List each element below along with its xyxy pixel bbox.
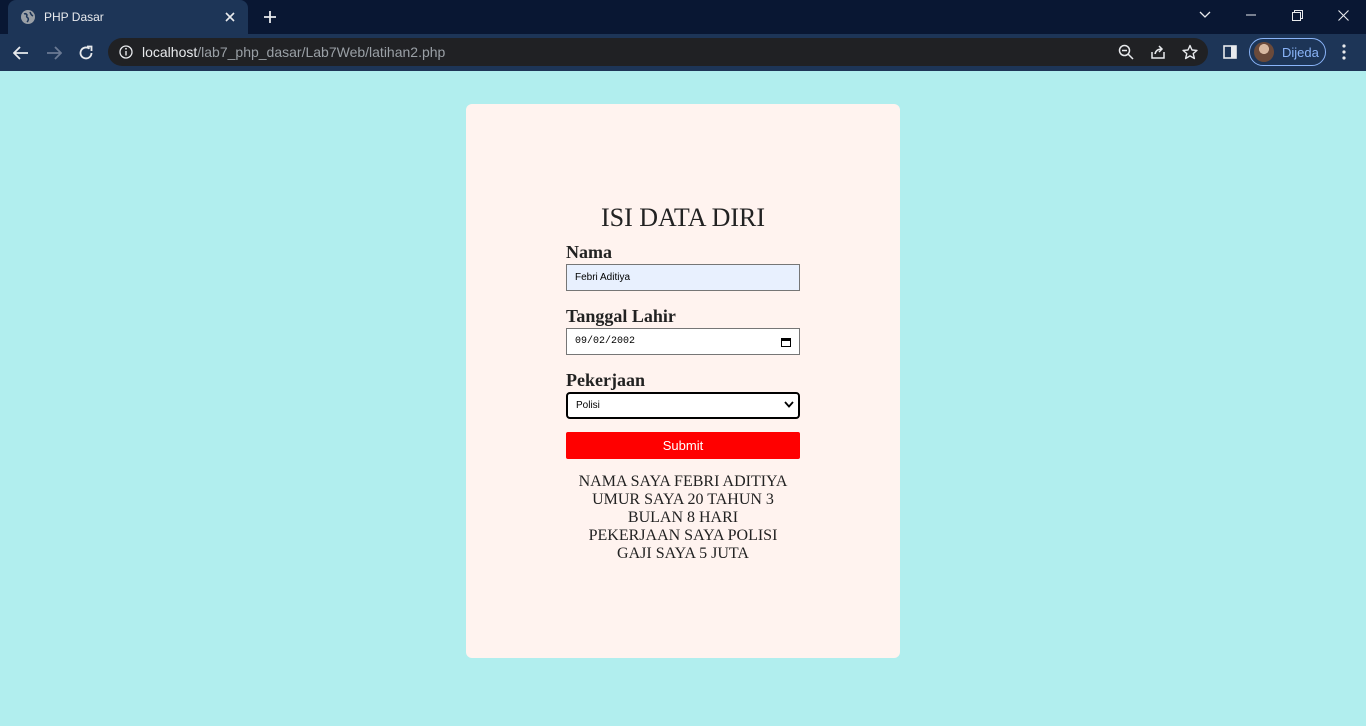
result-line-pekerjaan: PEKERJAAN SAYA POLISI [588,527,778,544]
data-diri-form: ISI DATA DIRI Nama Febri Aditiya Tanggal… [566,202,800,563]
pekerjaan-select[interactable]: Polisi [566,392,800,419]
tanggal-lahir-label: Tanggal Lahir [566,306,676,326]
tab-strip: PHP Dasar [0,0,1366,34]
tab-php-dasar[interactable]: PHP Dasar [8,0,248,34]
restore-button[interactable] [1274,0,1320,30]
share-icon[interactable] [1148,42,1168,62]
address-bar[interactable]: localhost/lab7_php_dasar/Lab7Web/latihan… [108,38,1208,66]
pekerjaan-selected-value: Polisi [576,400,600,411]
reload-button[interactable] [73,40,99,66]
forward-button[interactable] [41,40,67,66]
result-line-nama: NAMA SAYA FEBRI ADITIYA [578,473,788,490]
url-text[interactable]: localhost/lab7_php_dasar/Lab7Web/latihan… [142,44,445,60]
profile-name: Dijeda [1282,44,1319,60]
tab-search-chevron-down-icon[interactable] [1182,0,1228,30]
back-button[interactable] [8,40,34,66]
browser-window: PHP Dasar localhost/lab7_php_dasar/Lab7W… [0,0,1366,726]
result-line-umur: UMUR SAYA 20 TAHUN 3 [592,491,774,508]
result-line-gaji: GAJI SAYA 5 JUTA [617,545,749,562]
nama-input[interactable]: Febri Aditiya [566,264,800,291]
nama-label: Nama [566,242,612,262]
profile-button[interactable]: Dijeda [1249,38,1326,66]
tanggal-lahir-input[interactable]: 09/02/2002 [566,328,800,355]
result-output: NAMA SAYA FEBRI ADITIYA UMUR SAYA 20 TAH… [566,473,800,563]
browser-toolbar: localhost/lab7_php_dasar/Lab7Web/latihan… [0,34,1366,71]
submit-button[interactable]: Submit [566,432,800,459]
zoom-icon[interactable] [1116,42,1136,62]
minimize-button[interactable] [1228,0,1274,30]
address-bar-actions [1116,42,1200,62]
pekerjaan-label: Pekerjaan [566,370,645,390]
more-menu-icon[interactable] [1334,42,1354,62]
form-card: ISI DATA DIRI Nama Febri Aditiya Tanggal… [466,104,900,658]
result-line-umur-lanjutan: BULAN 8 HARI [627,509,739,526]
page-title: ISI DATA DIRI [600,203,766,232]
chevron-down-icon [784,400,794,411]
calendar-icon[interactable] [781,337,791,347]
close-icon[interactable] [222,9,238,25]
url-path: /lab7_php_dasar/Lab7Web/latihan2.php [197,44,446,60]
side-panel-icon[interactable] [1220,42,1240,62]
bookmark-star-icon[interactable] [1180,42,1200,62]
info-icon[interactable] [118,44,134,60]
close-window-button[interactable] [1320,0,1366,30]
avatar [1254,42,1274,62]
new-tab-button[interactable] [260,7,280,27]
tab-title: PHP Dasar [44,10,104,24]
tanggal-lahir-value: 09/02/2002 [575,336,636,347]
nama-value: Febri Aditiya [575,272,631,283]
globe-icon [20,9,36,25]
url-host: localhost [142,44,198,60]
